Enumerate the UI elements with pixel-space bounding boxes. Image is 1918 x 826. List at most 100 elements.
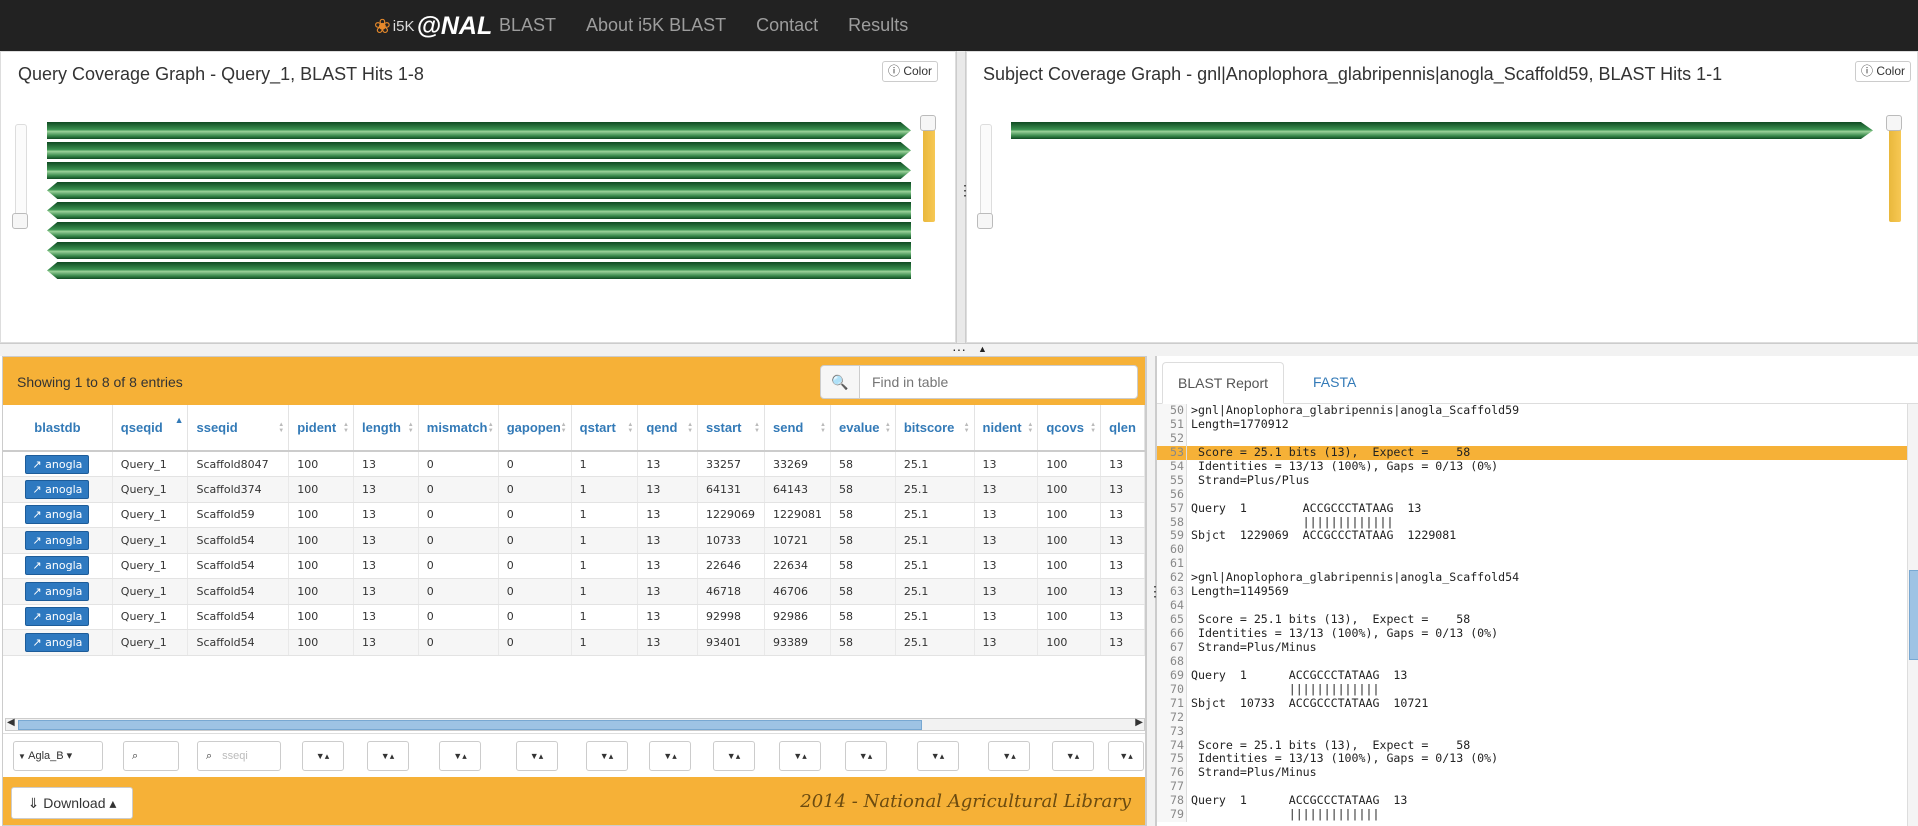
sort-icon[interactable]: ▲▼ <box>408 422 414 434</box>
column-header-9[interactable]: sstart ▲▼ <box>697 405 766 452</box>
column-header-6[interactable]: gapopen ▲▼ <box>498 405 572 452</box>
nav-results[interactable]: Results <box>833 0 923 51</box>
grid-horizontal-scrollbar[interactable]: ◀ ▶ <box>5 717 1145 731</box>
query-zoom-bar[interactable] <box>923 124 935 222</box>
table-row[interactable]: ↗ anogla Query_1 Scaffold54 100 13 0 0 1 13 22646… <box>3 553 1145 579</box>
subject-color-button[interactable]: ⓘ Color <box>1854 61 1911 82</box>
sort-icon[interactable]: ▲▼ <box>754 422 760 434</box>
blastdb-link-button[interactable]: ↗ anogla <box>25 479 90 499</box>
table-row[interactable]: ↗ anogla Query_1 Scaffold8047 100 13 0 0 1 13 332… <box>3 451 1145 477</box>
query-hit-bar[interactable] <box>47 142 911 159</box>
tab-blast-report[interactable]: BLAST Report <box>1162 362 1285 404</box>
subject-zoom-bar[interactable] <box>1889 124 1901 222</box>
subject-vertical-slider-handle[interactable] <box>977 213 993 229</box>
table-row[interactable]: ↗ anogla Query_1 Scaffold54 100 13 0 0 1 13 92998… <box>3 604 1145 630</box>
table-search-input[interactable] <box>859 365 1138 399</box>
query-hit-bar[interactable] <box>47 242 911 259</box>
column-header-12[interactable]: bitscore ▲▼ <box>895 405 975 452</box>
filter-button-qend[interactable]: ▼▴ <box>649 741 691 771</box>
sort-icon[interactable]: ▲▼ <box>820 422 826 434</box>
scroll-left-icon[interactable]: ◀ <box>7 717 15 728</box>
filter-button-mismatch[interactable]: ▼▴ <box>439 741 481 771</box>
blastdb-link-button[interactable]: ↗ anogla <box>25 505 90 525</box>
query-hit-bar[interactable] <box>47 202 911 219</box>
sort-icon[interactable]: ▲▼ <box>343 422 349 434</box>
column-header-13[interactable]: nident ▲▼ <box>974 405 1039 452</box>
filter-button-nident[interactable]: ▼▴ <box>988 741 1030 771</box>
blastdb-link-button[interactable]: ↗ anogla <box>25 530 90 550</box>
sort-icon[interactable]: ▲▼ <box>561 422 567 434</box>
nav-contact[interactable]: Contact <box>741 0 833 51</box>
sort-icon[interactable]: ▲▼ <box>627 422 633 434</box>
tab-fasta[interactable]: FASTA <box>1298 362 1371 404</box>
filter-button-send[interactable]: ▼▴ <box>779 741 821 771</box>
sort-icon[interactable]: ▲▼ <box>1027 422 1033 434</box>
filter-search-sseqid[interactable]: ⌕ sseqi <box>197 741 281 771</box>
column-header-2[interactable]: sseqid ▲▼ <box>187 405 290 452</box>
query-hit-bar[interactable] <box>47 182 911 199</box>
table-row[interactable]: ↗ anogla Query_1 Scaffold54 100 13 0 0 1 13 93401… <box>3 629 1145 656</box>
sort-icon[interactable]: ▲▼ <box>278 422 284 434</box>
query-vertical-slider-track[interactable] <box>15 124 27 224</box>
filter-button-evalue[interactable]: ▼▴ <box>844 741 887 771</box>
grid-report-splitter[interactable]: ⋮ <box>1146 356 1162 826</box>
subject-zoom-handle[interactable] <box>1886 115 1902 131</box>
query-hit-bar[interactable] <box>47 122 911 139</box>
table-row[interactable]: ↗ anogla Query_1 Scaffold54 100 13 0 0 1 13 46718… <box>3 578 1145 605</box>
horizontal-splitter[interactable]: ··· ▲ <box>0 342 1918 356</box>
report-scroll-thumb[interactable] <box>1909 570 1918 660</box>
sort-icon[interactable]: ▲▼ <box>488 422 494 434</box>
subject-vertical-slider-track[interactable] <box>980 124 992 224</box>
filter-button-gapopen[interactable]: ▼▴ <box>515 741 558 771</box>
query-zoom-handle[interactable] <box>920 115 936 131</box>
download-button[interactable]: ⇓ Download ▴ <box>11 787 133 819</box>
query-hit-bar[interactable] <box>47 262 911 279</box>
filter-button-bitscore[interactable]: ▼▴ <box>916 741 959 771</box>
filter-button-qstart[interactable]: ▼▴ <box>585 741 628 771</box>
nav-about[interactable]: About i5K BLAST <box>571 0 741 51</box>
scroll-thumb[interactable] <box>18 720 922 730</box>
column-header-4[interactable]: length ▲▼ <box>353 405 419 452</box>
filter-button-length[interactable]: ▼▴ <box>366 741 409 771</box>
blastdb-link-button[interactable]: ↗ anogla <box>25 454 90 474</box>
blastdb-link-button[interactable]: ↗ anogla <box>25 581 90 601</box>
table-row[interactable]: ↗ anogla Query_1 Scaffold374 100 13 0 0 1 13 6413… <box>3 476 1145 503</box>
table-row[interactable]: ↗ anogla Query_1 Scaffold59 100 13 0 0 1 13 12290… <box>3 502 1145 528</box>
blastdb-link-button[interactable]: ↗ anogla <box>25 632 90 652</box>
sort-asc-icon[interactable]: ▲ <box>175 415 184 425</box>
column-header-15[interactable]: qlen <box>1100 405 1145 452</box>
sort-icon[interactable]: ▲▼ <box>1090 422 1096 434</box>
query-hit-bar[interactable] <box>47 162 911 179</box>
scroll-right-icon[interactable]: ▶ <box>1135 717 1143 728</box>
filter-button-qlen[interactable]: ▼▴ <box>1108 741 1144 771</box>
sort-icon[interactable]: ▲▼ <box>964 422 970 434</box>
column-header-14[interactable]: qcovs ▲▼ <box>1037 405 1102 452</box>
filter-select-blastdb[interactable]: ▼ Agla_B ▾ <box>13 741 103 771</box>
search-icon[interactable]: 🔍 <box>820 365 860 399</box>
column-header-5[interactable]: mismatch ▲▼ <box>418 405 499 452</box>
filter-button-pident[interactable]: ▼▴ <box>301 741 344 771</box>
nav-blast[interactable]: BLAST <box>484 0 571 51</box>
column-header-1[interactable]: qseqid ▲ <box>112 405 189 452</box>
filter-search-qseqid[interactable]: ⌕ <box>123 741 179 771</box>
column-header-0[interactable]: blastdb <box>3 405 113 452</box>
query-color-button[interactable]: ⓘ Color <box>881 61 938 82</box>
column-header-3[interactable]: pident ▲▼ <box>288 405 354 452</box>
column-header-7[interactable]: qstart ▲▼ <box>571 405 639 452</box>
table-row[interactable]: ↗ anogla Query_1 Scaffold54 100 13 0 0 1 13 10733… <box>3 527 1145 554</box>
query-vertical-slider-handle[interactable] <box>12 213 28 229</box>
filter-button-qcovs[interactable]: ▼▴ <box>1051 741 1094 771</box>
vertical-splitter[interactable]: ⋮ <box>956 51 972 343</box>
brand-logo[interactable]: ❀ i5K @NAL <box>374 8 492 44</box>
blastdb-link-button[interactable]: ↗ anogla <box>25 607 90 627</box>
sort-icon[interactable]: ▲▼ <box>687 422 693 434</box>
filter-button-sstart[interactable]: ▼▴ <box>712 741 755 771</box>
column-header-8[interactable]: qend ▲▼ <box>637 405 699 452</box>
report-vertical-scrollbar[interactable] <box>1907 404 1918 826</box>
subject-hit-bar[interactable] <box>1011 122 1873 139</box>
query-hit-bar[interactable] <box>47 222 911 239</box>
blastdb-link-button[interactable]: ↗ anogla <box>25 556 90 576</box>
column-header-10[interactable]: send ▲▼ <box>764 405 832 452</box>
collapse-up-icon[interactable]: ▲ <box>978 344 987 354</box>
sort-icon[interactable]: ▲▼ <box>885 422 891 434</box>
